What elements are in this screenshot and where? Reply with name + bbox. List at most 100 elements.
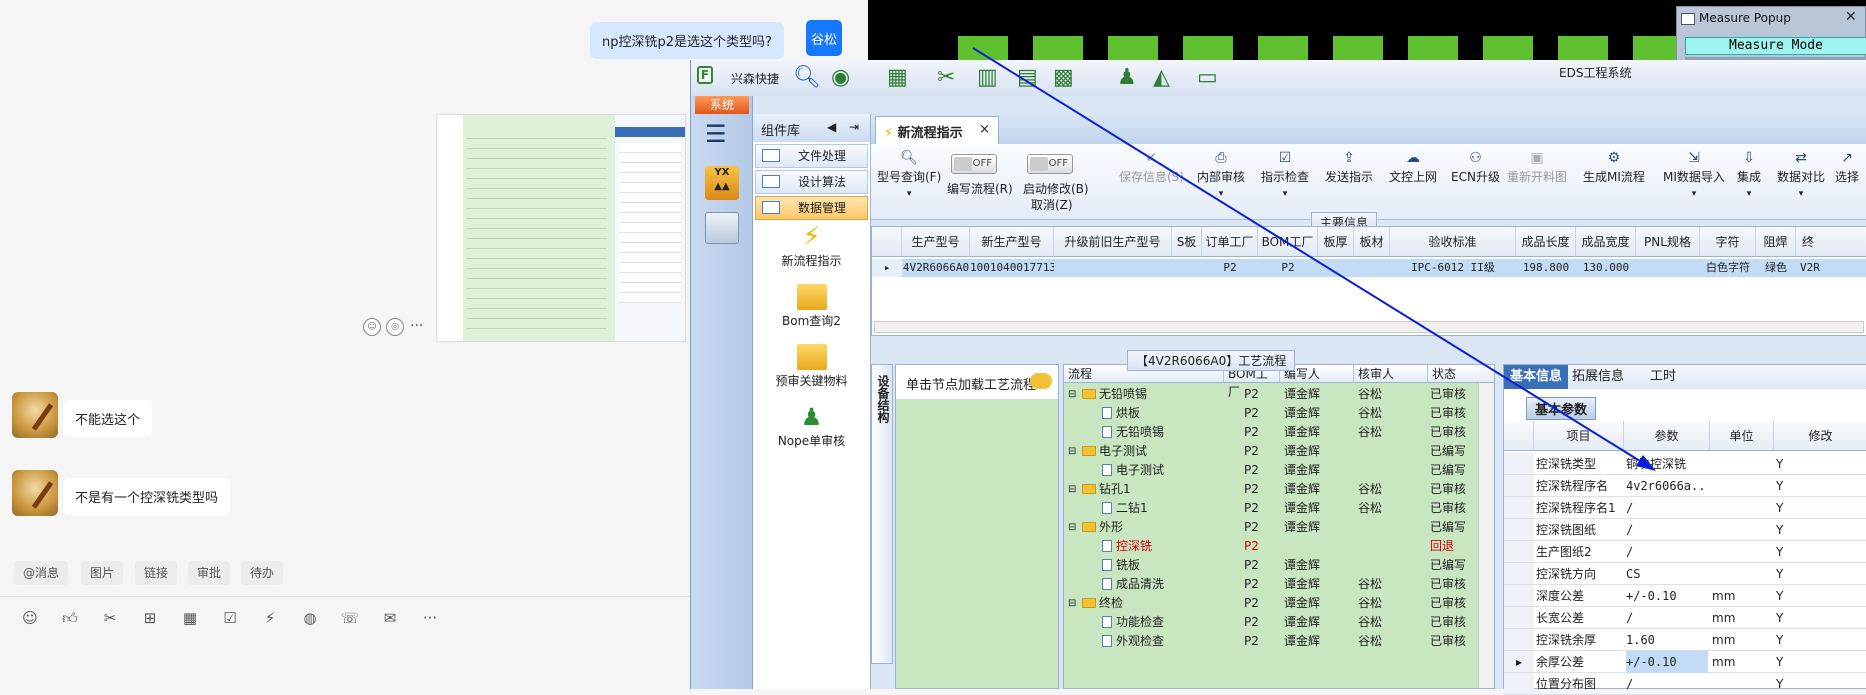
area-chart-icon[interactable]: ◭	[1153, 66, 1170, 90]
property-cell-value[interactable]: 铜块控深铣	[1626, 453, 1708, 475]
lib-key-material[interactable]: 预审关键物料	[753, 344, 870, 400]
column-header[interactable]: 成品宽度	[1576, 227, 1636, 257]
table-cell[interactable]	[1636, 259, 1700, 277]
instruction-check-button[interactable]: ☑ 指示检查 ▾	[1261, 150, 1309, 199]
row-selector-icon[interactable]	[1504, 607, 1534, 628]
mi-import-button[interactable]: ⇲ MI数据导入 ▾	[1663, 150, 1725, 199]
link-button[interactable]: 链接	[135, 561, 178, 585]
flow-row[interactable]: 二钻1 P2 谭金辉 谷松 已审核	[1064, 499, 1478, 518]
property-cell-value[interactable]: 1.60	[1626, 629, 1708, 651]
generate-mi-button[interactable]: ⚙ 生成MI流程	[1583, 150, 1645, 185]
column-header[interactable]: 单位	[1710, 421, 1774, 451]
yx-module-icon[interactable]: YX ▲▲	[705, 166, 739, 200]
property-row[interactable]: 控深铣图纸 / Y	[1504, 519, 1866, 541]
flow-row[interactable]: ⊟ 外形 P2 谭金辉 已编写	[1064, 518, 1478, 537]
collapse-icon[interactable]: ⊟	[1068, 442, 1076, 461]
ecn-upgrade-button[interactable]: ⚇ ECN升级	[1451, 150, 1500, 185]
comment-icon[interactable]	[1030, 373, 1052, 389]
row-selector-icon[interactable]	[1504, 453, 1534, 474]
flow-row[interactable]: 外观检查 P2 谭金辉 谷松 已审核	[1064, 632, 1478, 651]
reply-icon[interactable]: ◎	[386, 318, 404, 336]
flow-row[interactable]: 铣板 P2 谭金辉 已编写	[1064, 556, 1478, 575]
table-cell[interactable]: 130.000	[1576, 259, 1636, 277]
column-header[interactable]: 状态	[1428, 365, 1494, 383]
tab-work-hours[interactable]: 工时	[1644, 365, 1682, 389]
property-cell-value[interactable]: 4v2r6066a...	[1626, 475, 1708, 497]
property-row[interactable]: 生产图纸2 / Y	[1504, 541, 1866, 563]
my-message-bubble[interactable]: np控深铣p2是选这个类型吗?	[590, 22, 784, 59]
tab-new-process[interactable]: ⚡ 新流程指示 ×	[875, 116, 999, 144]
property-cell-value[interactable]: /	[1626, 519, 1708, 541]
collapse-icon[interactable]: ⊟	[1068, 594, 1076, 613]
table-cell[interactable]: 10010400177134	[970, 259, 1054, 277]
menu-icon[interactable]: ☰	[705, 120, 727, 148]
row-selector-icon[interactable]	[1504, 497, 1534, 518]
row-selector-icon[interactable]: ▸	[872, 259, 902, 277]
data-compare-button[interactable]: ⇄ 数据对比 ▾	[1777, 150, 1825, 199]
column-header[interactable]: 新生产型号	[970, 227, 1054, 257]
property-row[interactable]: 控深铣程序名1 / Y	[1504, 497, 1866, 519]
lib-item-design-algorithm[interactable]: 设计算法	[755, 170, 868, 194]
table-cell[interactable]: V2R	[1796, 259, 1866, 277]
row-selector-icon[interactable]	[1504, 475, 1534, 496]
scissors-icon[interactable]: ✂	[937, 66, 955, 90]
flow-row[interactable]: 功能检查 P2 谭金辉 谷松 已审核	[1064, 613, 1478, 632]
more-icon[interactable]: ···	[410, 318, 423, 334]
column-header[interactable]: 生产型号	[902, 227, 970, 257]
emoji-reaction-icon[interactable]: ☺	[363, 318, 381, 336]
column-header[interactable]: 阻焊	[1756, 227, 1796, 257]
laptop-icon[interactable]: ▭	[1197, 66, 1218, 90]
flow-row[interactable]: 成品清洗 P2 谭金辉 谷松 已审核	[1064, 575, 1478, 594]
property-cell-value[interactable]: /	[1626, 497, 1708, 519]
flow-row[interactable]: ⊟ 无铅喷锡 P2 谭金辉 谷松 已审核	[1064, 385, 1478, 404]
todo-button[interactable]: 待办	[241, 561, 284, 585]
device-structure-tab[interactable]: 设备结构	[871, 364, 893, 664]
start-modify-toggle[interactable]: OFF	[1027, 154, 1073, 174]
write-flow-toggle[interactable]: OFF	[951, 154, 997, 174]
measure-mode-label[interactable]: Measure Mode	[1685, 37, 1866, 55]
column-header[interactable]: 订单工厂	[1202, 227, 1258, 257]
emoji-icon[interactable]: ☺	[20, 608, 40, 628]
grid-icon[interactable]: ▩	[1053, 66, 1074, 90]
internal-review-button[interactable]: ⎙ 内部审核 ▾	[1197, 150, 1245, 199]
row-selector-icon[interactable]	[1504, 541, 1534, 562]
lib-item-data-management[interactable]: 数据管理	[755, 196, 868, 220]
property-row[interactable]: 位置分布图 / Y	[1504, 673, 1866, 695]
property-cell-value[interactable]: /	[1626, 673, 1708, 695]
chart-icon[interactable]: ▤	[1017, 66, 1038, 90]
calendar-icon[interactable]: ▦	[180, 608, 200, 628]
flow-row[interactable]: 无铅喷锡 P2 谭金辉 谷松 已审核	[1064, 423, 1478, 442]
property-row[interactable]: 长宽公差 / mm Y	[1504, 607, 1866, 629]
column-header[interactable]: 验收标准	[1390, 227, 1516, 257]
reopen-drawing-button[interactable]: ▣ 重新开料图	[1507, 150, 1567, 185]
globe-icon[interactable]: ◉	[831, 66, 850, 90]
horizontal-scrollbar[interactable]	[874, 321, 1864, 333]
thumbs-up-icon[interactable]: 👍︎	[60, 608, 80, 628]
row-selector-icon[interactable]	[1504, 629, 1534, 650]
flow-row[interactable]: ⊟ 终检 P2 谭金辉 谷松 已审核	[1064, 594, 1478, 613]
lib-new-process[interactable]: ⚡ 新流程指示	[753, 224, 870, 280]
lib-item-file-processing[interactable]: 文件处理	[755, 144, 868, 168]
table-cell[interactable]: 绿色	[1756, 259, 1796, 277]
avatar[interactable]	[12, 470, 58, 516]
property-row[interactable]: 控深铣程序名 4v2r6066a... Y	[1504, 475, 1866, 497]
table-cell[interactable]	[1054, 259, 1172, 277]
column-header[interactable]: 字符	[1700, 227, 1756, 257]
property-cell-value[interactable]: +/-0.10	[1626, 651, 1708, 673]
cancel-button[interactable]: 取消(Z)	[1031, 196, 1073, 213]
property-row[interactable]: 控深铣类型 铜块控深铣 Y	[1504, 453, 1866, 475]
property-row[interactable]: 控深铣余厚 1.60 mm Y	[1504, 629, 1866, 651]
row-selector-icon[interactable]	[1504, 563, 1534, 584]
gamepad-icon[interactable]: ◍	[300, 608, 320, 628]
column-header[interactable]: S板	[1172, 227, 1202, 257]
lib-nope-review[interactable]: ♟ Nope单审核	[753, 404, 870, 460]
property-row[interactable]: ▸ 余厚公差 +/-0.10 mm Y	[1504, 651, 1866, 673]
save-info-button[interactable]: ✔ 保存信息(S)	[1119, 150, 1184, 185]
collapse-icon[interactable]: ⊟	[1068, 385, 1076, 404]
column-header[interactable]: 板厚	[1318, 227, 1354, 257]
close-icon[interactable]: ✕	[1845, 9, 1857, 25]
column-header[interactable]: 参数	[1624, 421, 1710, 451]
table-cell[interactable]: 4V2R6066A0	[902, 259, 970, 277]
property-cell-value[interactable]: /	[1626, 541, 1708, 563]
table-cell[interactable]	[1354, 259, 1390, 277]
